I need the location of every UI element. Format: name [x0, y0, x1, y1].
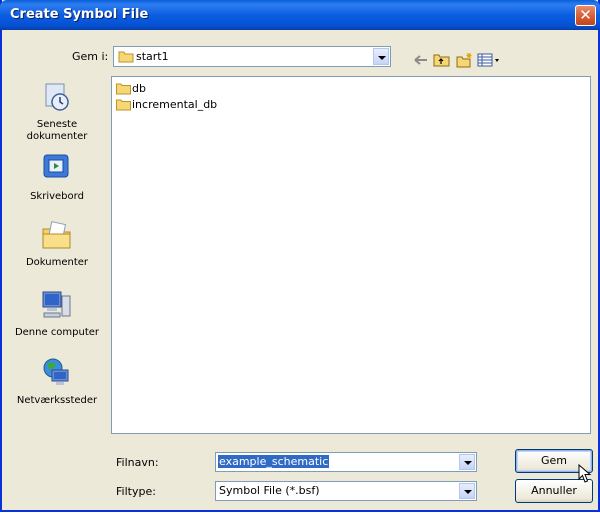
my-documents-icon	[42, 221, 71, 249]
mouse-cursor-icon	[578, 464, 592, 483]
places-my-documents[interactable]: Dokumenter	[7, 218, 107, 269]
filename-label: Filnavn:	[116, 456, 159, 469]
chevron-down-icon[interactable]	[459, 483, 475, 499]
recent-documents-icon	[45, 83, 69, 111]
save-in-value: start1	[136, 50, 169, 63]
file-list[interactable]: db incremental_db	[111, 76, 591, 434]
title-bar[interactable]: Create Symbol File ✕	[0, 0, 600, 30]
chevron-down-icon[interactable]	[459, 454, 475, 470]
places-label: Netværkssteder	[16, 395, 98, 406]
filename-field[interactable]: example_schematic	[215, 452, 477, 472]
filetype-select[interactable]: Symbol File (*.bsf)	[215, 481, 477, 501]
filetype-value: Symbol File (*.bsf)	[219, 484, 320, 497]
places-desktop[interactable]: Skrivebord	[7, 152, 107, 203]
folder-icon	[118, 51, 134, 63]
file-name: db	[132, 82, 146, 95]
places-recent-documents[interactable]: Seneste dokumenter	[7, 80, 107, 143]
chevron-down-icon[interactable]	[373, 48, 389, 65]
back-icon[interactable]	[412, 52, 430, 68]
save-in-label: Gem i:	[72, 50, 109, 63]
places-my-computer[interactable]: Denne computer	[7, 288, 107, 339]
folder-icon	[116, 83, 131, 95]
places-network[interactable]: Netværkssteder	[7, 356, 107, 407]
window-title: Create Symbol File	[10, 7, 149, 22]
file-name: incremental_db	[132, 98, 218, 111]
network-places-icon	[43, 358, 69, 385]
places-label: Skrivebord	[30, 191, 84, 202]
places-label: Seneste dokumenter	[26, 119, 88, 142]
places-label: Dokumenter	[25, 257, 89, 268]
close-button[interactable]: ✕	[575, 5, 596, 26]
folder-icon	[116, 99, 131, 111]
up-folder-icon[interactable]	[433, 52, 451, 68]
filename-value: example_schematic	[218, 455, 330, 468]
desktop-icon	[43, 154, 69, 178]
view-menu-icon[interactable]	[477, 52, 501, 68]
my-computer-icon	[42, 291, 71, 318]
new-folder-icon[interactable]	[456, 52, 474, 68]
places-label: Denne computer	[14, 327, 100, 338]
save-in-combobox[interactable]: start1	[113, 46, 391, 67]
filetype-label: Filtype:	[116, 485, 156, 498]
